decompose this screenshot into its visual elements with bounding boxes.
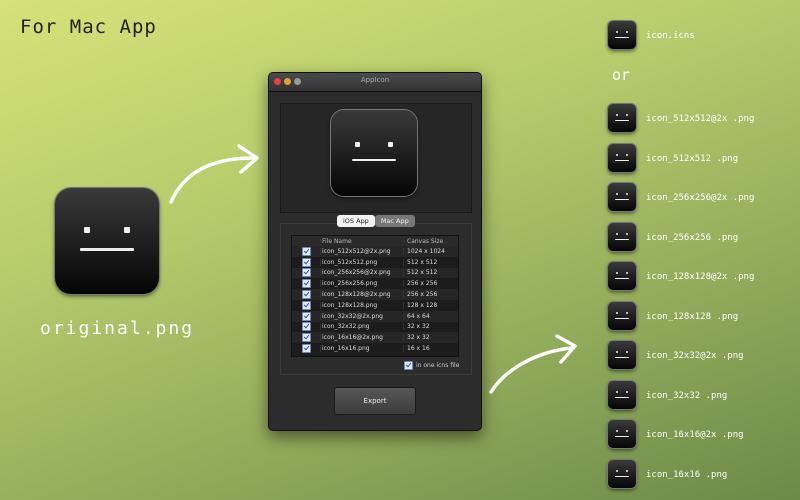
export-button[interactable]: Export [334,387,416,415]
output-file-name: icon_32x32 .png [646,390,728,401]
checkbox-icon[interactable] [301,300,311,310]
checkbox-icon[interactable] [301,257,311,267]
output-file-name: icon_128x128 .png [646,311,739,322]
checkbox-icon[interactable] [301,333,311,343]
one-icns-file-option[interactable]: in one icns file [404,361,459,370]
original-app-icon [55,188,159,294]
column-header-file-name[interactable]: File Name [320,237,403,245]
headline: For Mac App [20,16,157,38]
file-name-cell: icon_512x512.png [320,258,403,266]
output-file-name: icon.icns [646,31,695,41]
output-file-icon [608,222,636,251]
file-table: File Name Canvas Size icon_512x512@2x.pn… [291,235,459,357]
table-row[interactable]: icon_256x256.png 256 x 256 [292,278,458,289]
output-file-icon [608,21,636,49]
canvas-size-cell: 32 x 32 [403,334,458,342]
output-file-name: icon_32x32@2x .png [646,351,744,361]
output-file-name: icon_16x16 .png [646,469,728,480]
table-row[interactable]: icon_128x128@2x.png 256 x 256 [292,289,458,300]
output-file-icon [608,301,636,330]
output-file-icon [608,183,636,211]
checkbox-icon[interactable] [301,322,311,332]
output-file-icon [608,380,636,409]
canvas-size-cell: 256 x 256 [403,291,458,299]
output-file-icon [608,459,636,488]
tab-mac-app[interactable]: Mac App [374,215,415,227]
checkbox-icon[interactable] [301,290,311,300]
output-file-icon [608,262,636,290]
file-name-cell: icon_16x16.png [320,345,403,353]
checkbox-icon[interactable] [301,344,311,354]
original-caption: original.png [40,318,195,339]
window-titlebar: AppIcon [269,73,481,92]
canvas-size-cell: 16 x 16 [403,345,458,353]
checkbox-icon[interactable] [301,279,311,289]
table-header: File Name Canvas Size [292,236,458,246]
canvas-size-cell: 256 x 256 [403,280,458,288]
arrow-to-window-icon [169,144,259,204]
column-header-canvas-size[interactable]: Canvas Size [403,237,458,245]
preview-app-icon [331,110,417,196]
table-row[interactable]: icon_128x128.png 128 x 128 [292,300,458,311]
output-file-name: icon_256x256@2x .png [646,193,755,203]
canvas-size-cell: 512 x 512 [403,269,458,277]
file-name-cell: icon_256x256.png [320,280,403,288]
file-name-cell: icon_128x128.png [320,301,403,309]
output-file-name: icon_512x512 .png [646,153,739,164]
checkbox-icon[interactable] [301,246,311,256]
table-row[interactable]: icon_256x256@2x.png 512 x 512 [292,267,458,279]
one-icns-file-label: in one icns file [416,362,460,369]
canvas-size-cell: 512 x 512 [403,258,458,266]
output-file-icon [608,104,636,132]
canvas-size-cell: 32 x 32 [403,323,458,331]
file-name-cell: icon_32x32.png [320,323,403,331]
checkbox-icon[interactable] [301,311,311,321]
icon-drop-area[interactable] [280,103,472,213]
canvas-size-cell: 64 x 64 [403,312,458,320]
tab-ios-app[interactable]: iOS App [337,215,375,227]
file-name-cell: icon_256x256@2x.png [320,269,403,277]
one-icns-file-checkbox[interactable] [404,361,413,370]
file-name-cell: icon_512x512@2x.png [320,247,403,255]
table-row[interactable]: icon_32x32.png 32 x 32 [292,322,458,333]
output-file-icon [608,143,636,172]
checkbox-icon[interactable] [301,268,311,278]
output-file-icon [608,420,636,448]
output-file-name: icon_256x256 .png [646,232,739,243]
arrow-to-output-icon [489,334,577,394]
table-row[interactable]: icon_32x32@2x.png 64 x 64 [292,310,458,322]
output-file-name: icon_16x16@2x .png [646,430,744,440]
canvas-size-cell: 128 x 128 [403,301,458,309]
window-title: AppIcon [360,76,390,84]
table-row[interactable]: icon_16x16@2x.png 32 x 32 [292,332,458,344]
table-row[interactable]: icon_512x512.png 512 x 512 [292,257,458,268]
canvas-size-cell: 1024 x 1024 [403,247,458,255]
appicon-window: AppIcon iOS App Mac App File Name Canvas… [268,72,482,431]
output-file-name: icon_128x128@2x .png [646,272,755,282]
output-file-icon [608,341,636,369]
or-label: or [612,66,631,84]
file-name-cell: icon_128x128@2x.png [320,291,403,299]
table-row[interactable]: icon_512x512@2x.png 1024 x 1024 [292,246,458,257]
file-name-cell: icon_32x32@2x.png [320,312,403,320]
file-name-cell: icon_16x16@2x.png [320,334,403,342]
platform-segmented-control: iOS App Mac App [337,215,415,227]
table-row[interactable]: icon_16x16.png 16 x 16 [292,343,458,354]
output-file-name: icon_512x512@2x .png [646,114,755,124]
table-body: icon_512x512@2x.png 1024 x 1024 icon_512x… [292,246,458,354]
